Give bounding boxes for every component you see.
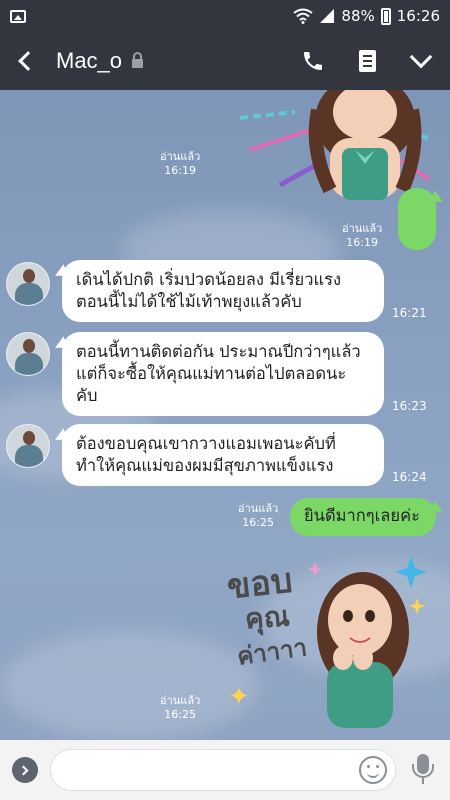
microphone-icon[interactable] [408,752,438,788]
message-time: 16:19 [164,164,196,177]
message-meta: อ่านแล้ว 16:25 [160,694,200,722]
call-button[interactable] [300,48,326,74]
back-chevron-icon [18,51,38,71]
message-meta: อ่านแล้ว 16:25 [238,502,278,530]
message-meta: อ่านแล้ว 16:19 [342,222,382,250]
message-time: 16:23 [392,399,427,413]
note-icon [358,50,376,72]
incoming-bubble[interactable]: ต้องขอบคุณเขากวางแอมเพอนะคับที่ ทำให้คุณ… [62,424,384,486]
read-receipt: อ่านแล้ว [342,222,383,235]
read-receipt: อ่านแล้ว [238,502,279,515]
message-meta: อ่านแล้ว 16:19 [160,150,200,178]
message-time: 16:21 [392,306,427,320]
message-time: 16:25 [164,708,196,721]
incoming-bubble[interactable]: เดินได้ปกติ เริ่มปวดน้อยลง มีเรี่ยวแรง ต… [62,260,384,322]
expand-menu-button[interactable] [12,757,38,783]
status-bar: 88% 16:26 [0,0,450,32]
battery-icon [380,7,391,25]
chevron-right-icon [18,765,29,775]
sticker-girl-gift[interactable] [239,90,432,200]
chevron-down-icon [409,45,433,69]
avatar[interactable] [6,262,50,306]
chat-header: Mac_o [0,32,450,90]
sparkle-icon: ✦ [228,682,250,712]
message-input-container[interactable] [50,749,396,791]
avatar[interactable] [6,332,50,376]
avatar[interactable] [6,424,50,468]
message-time: 16:19 [346,236,378,249]
menu-dropdown-button[interactable] [408,45,434,74]
incoming-bubble[interactable]: ตอนนี้ทานติดต่อกัน ประมาณปีกว่าๆแล้ว แต่… [62,332,384,416]
clock: 16:26 [396,7,440,25]
notes-button[interactable] [354,48,380,74]
wifi-icon [293,8,314,24]
chat-area[interactable]: อ่านแล้ว 16:19 อ่านแล้ว 16:19 เดินได้ปกต… [0,90,450,740]
emoji-icon[interactable] [359,756,387,784]
battery-percentage: 88% [341,7,375,25]
message-input[interactable] [65,761,359,779]
signal-icon [320,9,335,23]
lock-icon [132,52,144,68]
chat-title: Mac_o [56,48,123,73]
read-receipt: อ่านแล้ว [160,694,201,707]
message-input-bar [0,740,450,800]
message-time: 16:24 [392,470,427,484]
sticker-art [239,90,432,200]
outgoing-bubble[interactable] [398,188,436,250]
message-time: 16:25 [242,516,274,529]
phone-icon [304,52,322,70]
back-button[interactable] [0,32,50,90]
image-notification-icon [10,9,26,23]
read-receipt: อ่านแล้ว [160,150,201,163]
outgoing-bubble[interactable]: ยินดีมากๆเลยค่ะ [290,498,436,536]
